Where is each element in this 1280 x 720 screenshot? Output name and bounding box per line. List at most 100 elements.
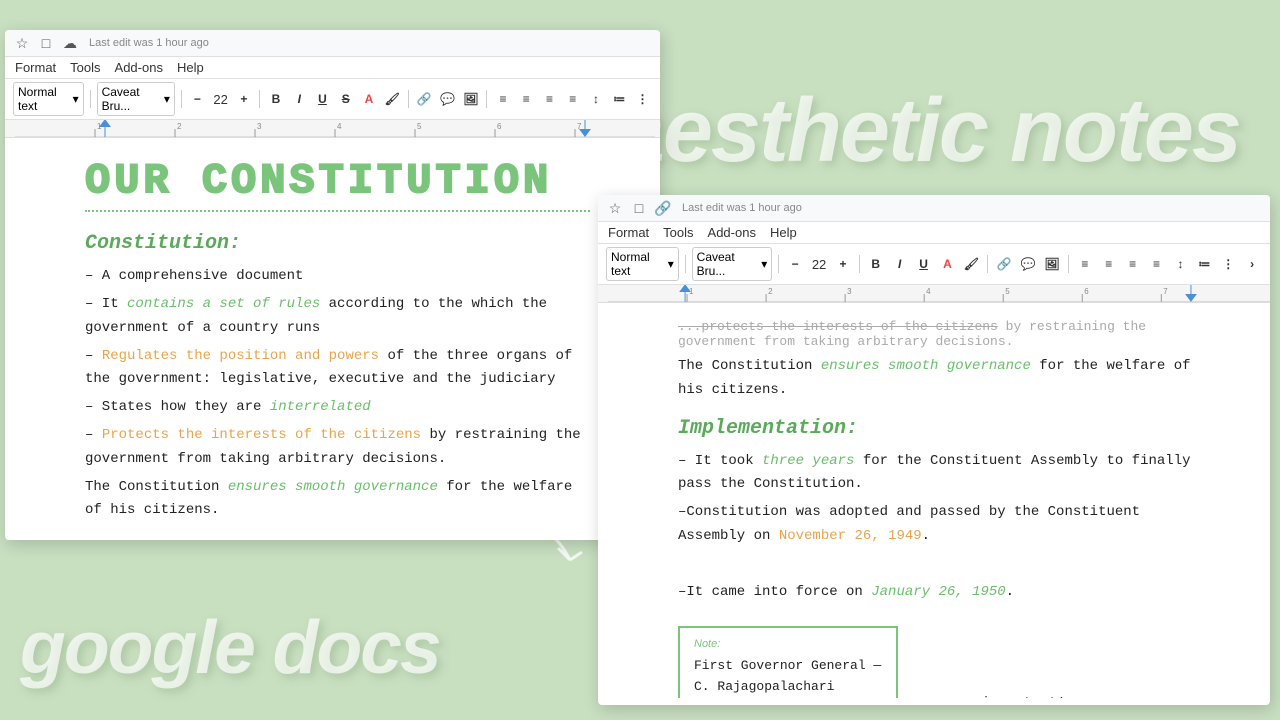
right-underline-btn[interactable]: U bbox=[914, 253, 934, 275]
right-top-toolbar: ☆ □ 🔗 Last edit was 1 hour ago bbox=[598, 195, 1270, 222]
right-align-center[interactable]: ≡ bbox=[1099, 253, 1119, 275]
highlight-btn[interactable]: 🖌 bbox=[383, 88, 402, 110]
right-last-edit-label: Last edit was 1 hour ago bbox=[682, 202, 802, 214]
bold-btn[interactable]: B bbox=[266, 88, 285, 110]
menu-format[interactable]: Format bbox=[15, 60, 56, 75]
separator-2 bbox=[181, 90, 182, 108]
right-ruler: 1 2 3 4 5 6 7 bbox=[598, 285, 1270, 303]
align-center-btn[interactable]: ≡ bbox=[517, 88, 536, 110]
menu-help[interactable]: Help bbox=[177, 60, 204, 75]
note-box-title: Note: bbox=[694, 638, 882, 650]
highlight-interrelated: interrelated bbox=[270, 399, 371, 415]
right-style-dropdown[interactable]: Normal text ▾ bbox=[606, 247, 679, 281]
implementation-heading-right: Implementation: bbox=[678, 417, 1210, 440]
right-align-left[interactable]: ≡ bbox=[1075, 253, 1095, 275]
left-doc-content: OUR CONSTITUTION Constitution: – A compr… bbox=[5, 138, 660, 540]
item-2: – It contains a set of rules according t… bbox=[85, 293, 590, 341]
style-dropdown[interactable]: Normal text ▾ bbox=[13, 82, 84, 116]
right-bold-btn[interactable]: B bbox=[866, 253, 886, 275]
style-dropdown-label: Normal text bbox=[18, 85, 71, 113]
right-italic-btn[interactable]: I bbox=[890, 253, 910, 275]
highlight-nov-date: November 26, 1949 bbox=[779, 528, 922, 544]
text-color-btn[interactable]: A bbox=[359, 88, 378, 110]
right-sep-5 bbox=[1068, 255, 1069, 273]
right-star-icon[interactable]: ☆ bbox=[606, 199, 624, 217]
right-highlight-ensures: ensures smooth governance bbox=[821, 358, 1031, 374]
separator-3 bbox=[259, 90, 260, 108]
right-size-decrease[interactable]: − bbox=[785, 253, 805, 275]
ruler: 1 2 3 4 5 6 7 bbox=[5, 120, 660, 138]
left-menubar: Format Tools Add-ons Help bbox=[5, 57, 660, 79]
right-link-icon[interactable]: 🔗 bbox=[654, 199, 672, 217]
right-numbered-list[interactable]: ≔ bbox=[1194, 253, 1214, 275]
link-btn[interactable]: 🔗 bbox=[415, 88, 434, 110]
svg-text:2: 2 bbox=[768, 287, 772, 296]
highlight-three-years: three years bbox=[762, 453, 854, 469]
right-font-arrow: ▾ bbox=[761, 257, 767, 271]
svg-text:5: 5 bbox=[417, 122, 422, 131]
right-menu-addons[interactable]: Add-ons bbox=[708, 225, 756, 240]
underline-btn[interactable]: U bbox=[313, 88, 332, 110]
right-ruler-marks: 1 2 3 4 5 6 7 bbox=[598, 285, 1270, 302]
menu-tools[interactable]: Tools bbox=[70, 60, 100, 75]
font-size-value: 22 bbox=[211, 88, 230, 110]
align-right-btn[interactable]: ≡ bbox=[540, 88, 559, 110]
line-spacing-btn[interactable]: ↕ bbox=[586, 88, 605, 110]
align-left-btn[interactable]: ≡ bbox=[493, 88, 512, 110]
svg-text:6: 6 bbox=[497, 122, 502, 131]
bg-watermark-googledocs: google docs bbox=[20, 604, 440, 690]
font-dropdown-label: Caveat Bru... bbox=[102, 85, 162, 113]
right-image-btn[interactable]: 🖼 bbox=[1042, 253, 1062, 275]
cloud-icon[interactable]: ☁ bbox=[61, 34, 79, 52]
bullet-list-btn[interactable]: ⋮ bbox=[633, 88, 652, 110]
right-menu-format[interactable]: Format bbox=[608, 225, 649, 240]
implementation-body: – It took three years for the Constituen… bbox=[678, 450, 1210, 605]
right-text-color-btn[interactable]: A bbox=[938, 253, 958, 275]
italic-btn[interactable]: I bbox=[290, 88, 309, 110]
right-line-spacing[interactable]: ↕ bbox=[1171, 253, 1191, 275]
item-5: – Protects the interests of the citizens… bbox=[85, 424, 590, 472]
right-folder-icon[interactable]: □ bbox=[630, 199, 648, 217]
right-comment-btn[interactable]: 💬 bbox=[1018, 253, 1038, 275]
font-size-increase[interactable]: + bbox=[234, 88, 253, 110]
right-font-label: Caveat Bru... bbox=[697, 250, 760, 278]
svg-text:5: 5 bbox=[1005, 287, 1010, 296]
align-justify-btn[interactable]: ≡ bbox=[563, 88, 582, 110]
image-btn[interactable]: 🖼 bbox=[461, 88, 480, 110]
right-link-btn[interactable]: 🔗 bbox=[994, 253, 1014, 275]
right-align-justify[interactable]: ≡ bbox=[1147, 253, 1167, 275]
right-align-right[interactable]: ≡ bbox=[1123, 253, 1143, 275]
right-style-arrow: ▾ bbox=[668, 257, 674, 271]
highlight-protects: Protects the interests of the citizens bbox=[102, 427, 421, 443]
star-icon[interactable]: ☆ bbox=[13, 34, 31, 52]
folder-icon[interactable]: □ bbox=[37, 34, 55, 52]
highlight-jan-date: January 26, 1950 bbox=[871, 584, 1005, 600]
right-size-increase[interactable]: + bbox=[833, 253, 853, 275]
right-sep-1 bbox=[685, 255, 686, 273]
right-menu-help[interactable]: Help bbox=[770, 225, 797, 240]
svg-text:6: 6 bbox=[1084, 287, 1089, 296]
item-3: – Regulates the position and powers of t… bbox=[85, 345, 590, 393]
numbered-list-btn[interactable]: ≔ bbox=[610, 88, 629, 110]
svg-text:3: 3 bbox=[847, 287, 852, 296]
font-dropdown[interactable]: Caveat Bru... ▾ bbox=[97, 82, 175, 116]
title-underline bbox=[85, 210, 590, 212]
right-font-dropdown[interactable]: Caveat Bru... ▾ bbox=[692, 247, 773, 281]
strikethrough-btn[interactable]: S bbox=[336, 88, 355, 110]
comment-btn[interactable]: 💬 bbox=[438, 88, 457, 110]
svg-text:3: 3 bbox=[257, 122, 262, 131]
menu-addons[interactable]: Add-ons bbox=[115, 60, 163, 75]
right-doc-content: ...protects the interests of the citizen… bbox=[598, 303, 1270, 698]
font-size-decrease[interactable]: − bbox=[188, 88, 207, 110]
ruler-marks: 1 2 3 4 5 6 7 bbox=[5, 120, 660, 137]
right-bullet-list[interactable]: ⋮ bbox=[1218, 253, 1238, 275]
right-highlight-btn[interactable]: 🖌 bbox=[961, 253, 981, 275]
right-more-btn[interactable]: › bbox=[1242, 253, 1262, 275]
partial-strikethrough: ...protects the interests of the citizen… bbox=[678, 319, 998, 334]
right-menubar: Format Tools Add-ons Help bbox=[598, 222, 1270, 244]
constitution-body: – A comprehensive document – It contains… bbox=[85, 265, 590, 523]
right-menu-tools[interactable]: Tools bbox=[663, 225, 693, 240]
highlight-ensures: ensures smooth governance bbox=[228, 479, 438, 495]
separator-1 bbox=[90, 90, 91, 108]
last-edit-label: Last edit was 1 hour ago bbox=[89, 37, 209, 49]
